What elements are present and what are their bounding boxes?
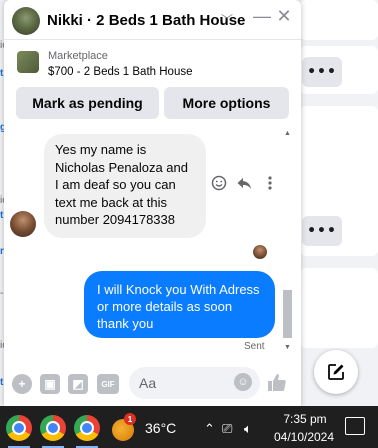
chrome-icon [40,415,66,441]
background-edge-text: - [0,288,4,299]
background-edge-link: t [0,68,4,79]
mark-as-pending-button[interactable]: Mark as pending [16,87,159,119]
post-options-button[interactable]: ••• [302,216,342,246]
compose-icon [328,364,344,380]
windows-taskbar: 1 36°C ⌃ ⎚ 🔈︎ 7:35 pm 04/10/2024 [0,406,378,448]
contact-avatar[interactable] [12,7,40,35]
chat-title[interactable]: Nikki · 2 Beds 1 Bath House [47,12,245,29]
thumbs-up-icon[interactable] [266,371,288,393]
seen-receipt-avatar [253,245,267,259]
weather-alert-badge: 1 [124,413,136,425]
network-icon[interactable]: ⎚ [222,421,232,437]
message-composer: + ▣ ◩ GIF ☺ [4,362,301,406]
message-input[interactable] [139,373,229,393]
scroll-down-icon[interactable]: ▼ [284,344,291,351]
background-edge-link: t [0,377,4,388]
scrollbar-thumb[interactable] [283,290,292,338]
photo-icon[interactable]: ▣ [40,374,60,394]
scroll-up-icon[interactable]: ▲ [284,130,291,137]
post-options-button[interactable]: ••• [302,57,342,87]
chrome-taskbar-button[interactable] [36,410,70,448]
tray-overflow-icon[interactable]: ⌃ [204,421,215,437]
listing-price-title: $700 - 2 Beds 1 Bath House [48,66,193,78]
emoji-icon[interactable]: ☺ [234,373,252,391]
chrome-taskbar-button[interactable] [70,410,104,448]
clock-time[interactable]: 7:35 pm [280,412,330,426]
chevron-down-icon[interactable]: ﹀ [221,11,233,28]
notification-center-icon[interactable] [345,417,365,435]
sticker-icon[interactable]: ◩ [68,374,88,394]
chrome-taskbar-button[interactable] [2,410,36,448]
listing-thumbnail [17,51,39,73]
marketplace-listing[interactable]: Marketplace $700 - 2 Beds 1 Bath House [4,40,301,85]
temperature[interactable]: 36°C [145,420,176,436]
new-message-button[interactable] [314,350,358,394]
background-edge-link: t [0,210,4,221]
close-icon[interactable]: ✕ [275,6,293,32]
outgoing-message[interactable]: I will Knock you With Adress or more det… [84,271,275,338]
react-emoji-icon[interactable] [211,175,227,191]
chrome-icon [74,415,100,441]
background-card [300,268,378,348]
chrome-icon [6,415,32,441]
chat-window: Nikki · 2 Beds 1 Bath House ﹀ — ✕ Market… [4,0,301,406]
volume-icon[interactable]: 🔈︎ [244,421,252,437]
chat-header[interactable]: Nikki · 2 Beds 1 Bath House ﹀ — ✕ [4,0,301,40]
incoming-message[interactable]: Yes my name is Nicholas Penaloza and I a… [44,134,206,238]
plus-icon[interactable]: + [12,374,32,394]
sender-avatar [10,211,36,237]
reply-icon[interactable] [236,175,252,191]
more-options-button[interactable]: More options [164,87,289,119]
clock-date[interactable]: 04/10/2024 [272,430,336,444]
message-input-wrapper[interactable]: ☺ [129,367,260,399]
minimize-icon[interactable]: — [253,6,271,32]
background-card [300,0,378,40]
more-actions-icon[interactable] [266,175,274,191]
sent-status: Sent [244,341,265,352]
listing-source-label: Marketplace [48,50,108,62]
gif-icon[interactable]: GIF [97,374,119,394]
